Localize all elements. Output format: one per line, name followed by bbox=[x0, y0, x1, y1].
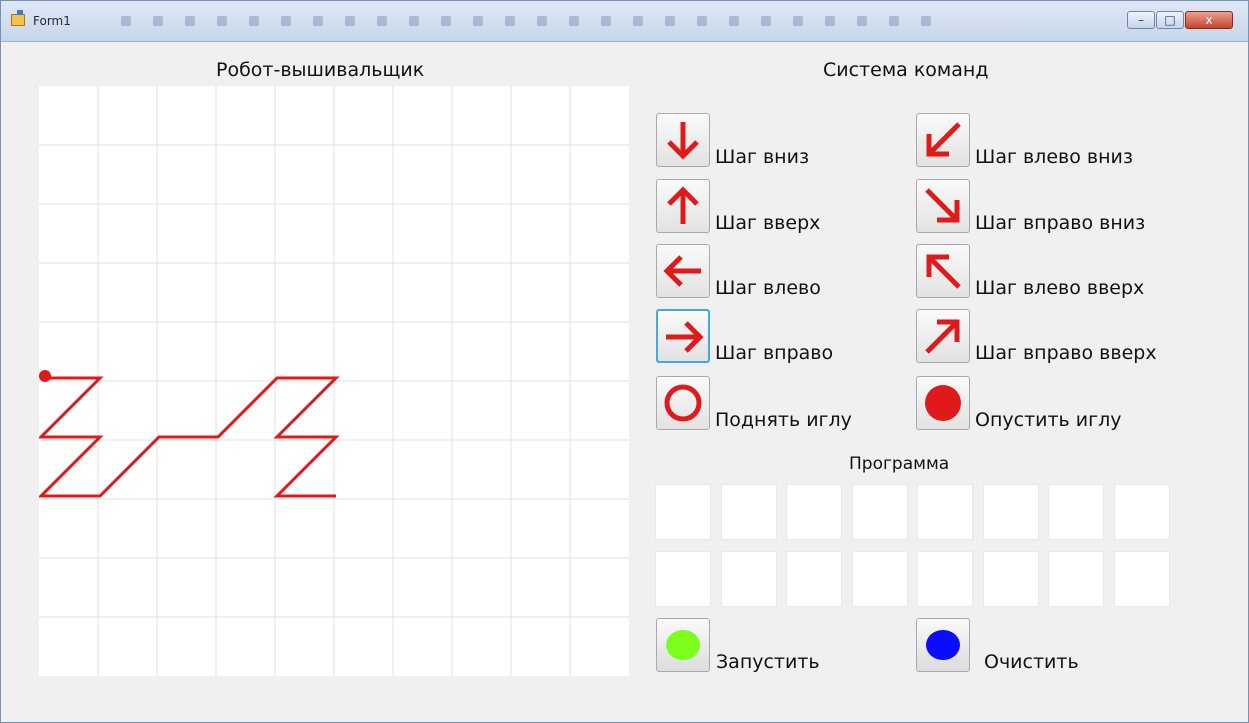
canvas-title: Робот-вышивальщик bbox=[216, 59, 425, 81]
command-label: Шаг вниз bbox=[715, 146, 810, 168]
faded-toolbar-strip bbox=[121, 11, 1051, 31]
step-right-button[interactable] bbox=[656, 309, 710, 363]
needle-up-button[interactable] bbox=[656, 376, 710, 430]
program-slot[interactable] bbox=[720, 484, 777, 540]
program-slot[interactable] bbox=[786, 551, 842, 607]
step-up-button[interactable] bbox=[656, 179, 710, 233]
program-title: Программа bbox=[849, 454, 950, 474]
command-label: Опустить иглу bbox=[975, 409, 1122, 431]
program-slot[interactable] bbox=[1113, 484, 1170, 540]
grid-drawing bbox=[39, 86, 629, 676]
stitch-path bbox=[39, 376, 340, 498]
program-slot[interactable] bbox=[655, 484, 711, 540]
program-slot[interactable] bbox=[917, 551, 973, 607]
arrow-right-icon bbox=[666, 321, 704, 353]
clear-label: Очистить bbox=[984, 651, 1079, 673]
program-slot[interactable] bbox=[917, 484, 973, 540]
app-window: Form1 – □ x Робот-вышивальщик Система ко… bbox=[0, 0, 1249, 723]
run-button[interactable] bbox=[656, 618, 710, 672]
command-label: Поднять иглу bbox=[715, 409, 852, 431]
arrow-up-left-icon bbox=[926, 254, 961, 289]
program-slot[interactable] bbox=[786, 484, 842, 540]
program-slot[interactable] bbox=[1113, 551, 1170, 607]
needle-down-dot-icon bbox=[925, 385, 961, 421]
command-label: Шаг вправо bbox=[715, 342, 834, 364]
program-slot[interactable] bbox=[982, 484, 1039, 540]
program-slot[interactable] bbox=[982, 551, 1039, 607]
close-button[interactable]: x bbox=[1185, 11, 1233, 29]
arrow-left-icon bbox=[663, 255, 701, 287]
embroidery-canvas[interactable] bbox=[39, 86, 629, 676]
clear-button[interactable] bbox=[916, 618, 970, 672]
program-slot[interactable] bbox=[851, 484, 908, 540]
command-label: Шаг вверх bbox=[715, 212, 821, 234]
needle-position-dot bbox=[39, 370, 51, 382]
step-up-left-button[interactable] bbox=[916, 244, 970, 298]
needle-down-button[interactable] bbox=[916, 376, 970, 430]
step-down-button[interactable] bbox=[656, 113, 710, 167]
green-blob-icon bbox=[666, 630, 700, 660]
run-label: Запустить bbox=[716, 651, 820, 673]
command-label: Шаг влево вниз bbox=[975, 146, 1133, 168]
minimize-button[interactable]: – bbox=[1127, 11, 1155, 29]
program-slot[interactable] bbox=[720, 551, 777, 607]
arrow-up-icon bbox=[667, 186, 699, 224]
commands-title: Система команд bbox=[823, 59, 989, 81]
maximize-button[interactable]: □ bbox=[1156, 11, 1184, 29]
window-title: Form1 bbox=[33, 14, 71, 28]
arrow-down-right-icon bbox=[925, 188, 960, 223]
program-slot[interactable] bbox=[1048, 551, 1104, 607]
command-label: Шаг влево вверх bbox=[975, 277, 1145, 299]
blue-blob-icon bbox=[926, 630, 960, 660]
command-label: Шаг вправо вниз bbox=[975, 212, 1146, 234]
program-slot[interactable] bbox=[851, 551, 908, 607]
needle-up-circle-icon bbox=[664, 384, 702, 422]
arrow-down-icon bbox=[667, 122, 699, 160]
app-icon bbox=[11, 10, 25, 26]
title-bar: Form1 – □ x bbox=[1, 1, 1248, 42]
arrow-down-left-icon bbox=[926, 122, 961, 157]
step-down-right-button[interactable] bbox=[916, 179, 970, 233]
step-up-right-button[interactable] bbox=[916, 309, 970, 363]
program-slot[interactable] bbox=[1048, 484, 1104, 540]
command-label: Шаг влево bbox=[715, 277, 821, 299]
arrow-up-right-icon bbox=[925, 319, 960, 354]
step-down-left-button[interactable] bbox=[916, 113, 970, 167]
step-left-button[interactable] bbox=[656, 244, 710, 298]
program-slot[interactable] bbox=[655, 551, 711, 607]
command-label: Шаг вправо вверх bbox=[975, 342, 1157, 364]
